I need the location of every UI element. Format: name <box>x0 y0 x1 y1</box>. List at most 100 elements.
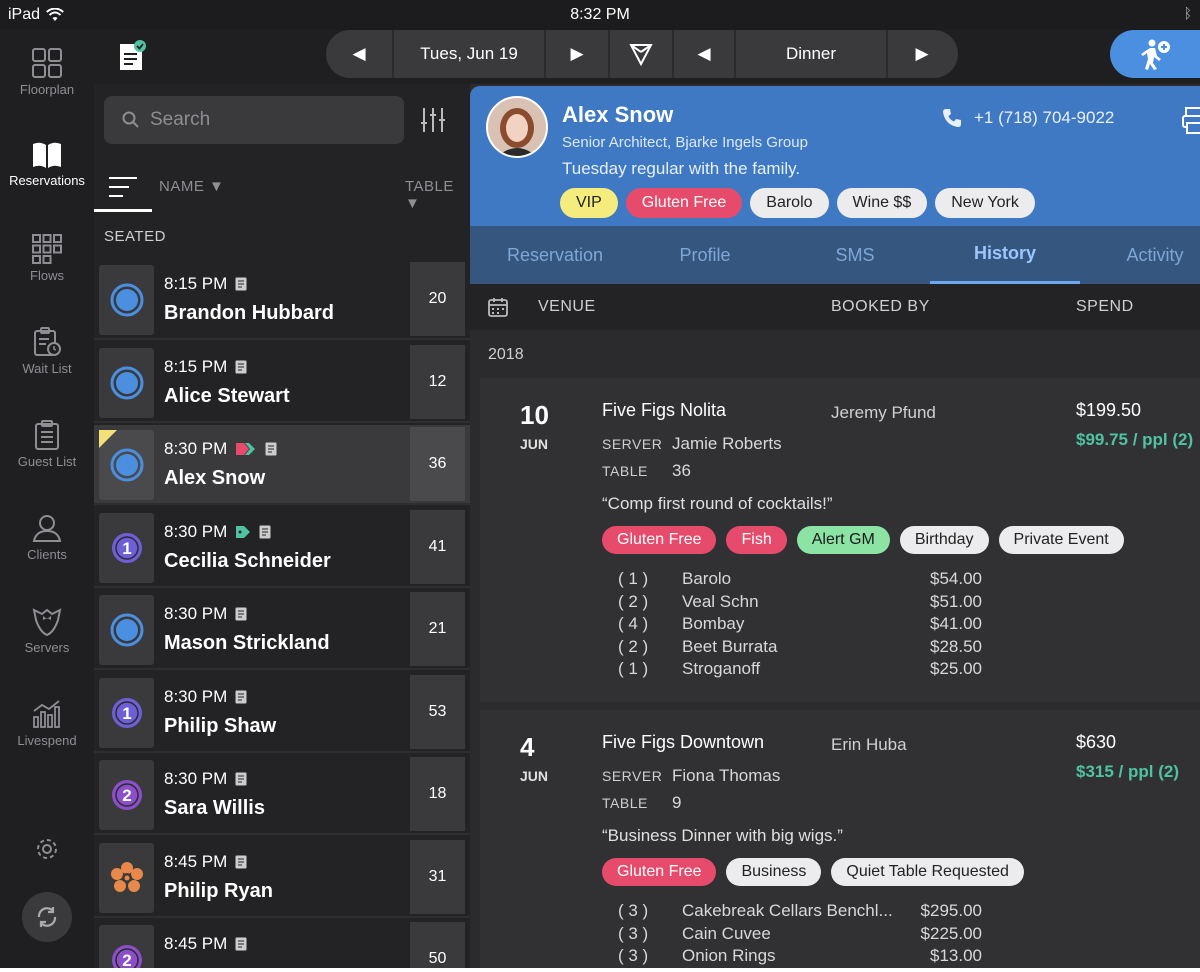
visit-tag-chip: Gluten Free <box>602 526 717 554</box>
guest-tag-chip: Gluten Free <box>625 188 743 218</box>
rail-item-livespend[interactable]: Livespend <box>0 699 94 748</box>
reservation-time: 8:30 PM <box>164 769 247 789</box>
status-indicator[interactable]: 1 <box>99 677 154 748</box>
sort-by-table[interactable]: TABLE ▼ <box>405 178 470 212</box>
visit-note: “Comp first round of cocktails!” <box>602 494 833 513</box>
status-indicator[interactable] <box>99 347 154 418</box>
tab-history[interactable]: History <box>930 226 1080 284</box>
tab-sms[interactable]: SMS <box>780 226 930 284</box>
phone-icon <box>943 109 961 127</box>
top-toolbar: ◀ Tues, Jun 19 ▶ ◀ Dinner ▶ <box>94 30 1200 84</box>
tab-reservation[interactable]: Reservation <box>480 226 630 284</box>
settings-button[interactable] <box>0 836 94 866</box>
reservation-row[interactable]: 8:30 PM Alex Snow 36 <box>94 425 470 505</box>
caret-right-icon: ▶ <box>915 44 929 63</box>
guest-tag-chip: New York <box>935 188 1035 218</box>
rail-item-clients[interactable]: Clients <box>0 513 94 562</box>
guest-name: Philip Ryan <box>164 879 273 902</box>
filter-button[interactable] <box>420 106 446 139</box>
note-icon <box>235 855 247 868</box>
reservation-row[interactable]: 1 8:30 PM Cecilia Schneider 41 <box>94 507 470 588</box>
app-screen: iPad 8:32 PM ᛒ Floorplan Reservations Fl… <box>0 0 1200 968</box>
tab-profile[interactable]: Profile <box>630 226 780 284</box>
note-icon <box>235 360 247 373</box>
shift-label[interactable]: Dinner <box>736 30 888 78</box>
guest-profile-header: Alex Snow Senior Architect, Bjarke Ingel… <box>470 86 1200 226</box>
status-indicator[interactable] <box>99 595 154 665</box>
table-number[interactable]: 12 <box>410 344 465 419</box>
list-view-toggle[interactable] <box>94 164 152 212</box>
search-input[interactable]: Search <box>104 96 404 144</box>
table-number[interactable]: 36 <box>410 427 465 501</box>
reservation-row[interactable]: 8:15 PM Alice Stewart 12 <box>94 342 470 423</box>
svg-text:2: 2 <box>122 951 131 968</box>
note-icon <box>235 607 247 621</box>
table-number[interactable]: 21 <box>410 592 465 666</box>
next-date-button[interactable]: ▶ <box>546 30 610 78</box>
reservation-row[interactable]: 8:15 PM Brandon Hubbard 20 <box>94 260 470 340</box>
item-name: Stroganoff <box>682 659 761 679</box>
guest-detail-panel: Alex Snow Senior Architect, Bjarke Ingel… <box>470 86 1200 968</box>
add-walkin-button[interactable] <box>1110 30 1200 78</box>
item-qty: ( 3 ) <box>618 946 649 966</box>
reservation-row[interactable]: 2 8:45 PM 50 <box>94 920 470 968</box>
daily-notes-button[interactable] <box>118 40 148 77</box>
rail-item-guestlist[interactable]: Guest List <box>0 420 94 469</box>
rail-item-floorplan[interactable]: Floorplan <box>0 48 94 97</box>
table-number[interactable]: 50 <box>410 922 465 968</box>
status-indicator[interactable] <box>99 842 154 913</box>
item-price: $28.50 <box>930 636 982 656</box>
print-button[interactable] <box>1182 106 1200 141</box>
phone-link[interactable]: +1 (718) 704-9022 <box>942 108 1114 128</box>
reservation-time: 8:30 PM <box>164 439 277 459</box>
rail-label: Livespend <box>17 733 77 748</box>
rail-item-flows[interactable]: Flows <box>0 234 94 283</box>
prev-shift-button[interactable]: ◀ <box>674 30 736 78</box>
prev-date-button[interactable]: ◀ <box>326 30 394 78</box>
reservation-row[interactable]: 8:45 PM Philip Ryan 31 <box>94 837 470 918</box>
reservation-time: 8:30 PM <box>164 522 271 542</box>
col-venue: VENUE <box>538 298 596 315</box>
rail-label: Reservations <box>9 173 85 188</box>
reservation-row[interactable]: 1 8:30 PM Philip Shaw 53 <box>94 672 470 753</box>
item-price: $51.00 <box>930 591 982 611</box>
sort-by-name[interactable]: NAME ▼ <box>159 178 224 195</box>
svg-text:2: 2 <box>122 786 131 805</box>
status-indicator[interactable]: 2 <box>99 925 154 968</box>
item-qty: ( 3 ) <box>618 901 649 920</box>
guest-tag-chip: Barolo <box>750 188 829 218</box>
visit-card[interactable]: 4 JUN Five Figs Downtown Erin Huba $630 $315 … <box>480 710 1200 968</box>
table-value: 36 <box>672 461 691 480</box>
menu-icon <box>109 176 137 197</box>
visit-card[interactable]: 10 JUN Five Figs Nolita Jeremy Pfund $199.50… <box>480 378 1200 702</box>
reservation-row[interactable]: 2 8:30 PM Sara Willis 18 <box>94 755 470 835</box>
rail-item-servers[interactable]: Servers <box>0 606 94 655</box>
rail-item-reservations[interactable]: Reservations <box>0 141 94 188</box>
table-number[interactable]: 31 <box>410 839 465 914</box>
table-number[interactable]: 20 <box>410 262 465 336</box>
dessert-status-icon <box>110 861 143 892</box>
guest-tags: VIP Gluten Free Barolo Wine $$ New York <box>560 188 1035 218</box>
date-label[interactable]: Tues, Jun 19 <box>394 30 546 78</box>
status-indicator[interactable] <box>99 265 154 335</box>
guest-note: Tuesday regular with the family. <box>562 159 801 178</box>
table-number[interactable]: 53 <box>410 674 465 749</box>
rail-item-waitlist[interactable]: Wait List <box>0 327 94 376</box>
visit-per-person: $315 / ppl (2) <box>1076 762 1179 781</box>
visit-tags: Gluten Free Fish Alert GM Birthday Private E… <box>602 526 1124 554</box>
gear-icon <box>37 839 57 859</box>
table-number[interactable]: 18 <box>410 757 465 831</box>
time-text: 8:45 PM <box>164 934 228 953</box>
item-name: Onion Rings <box>682 946 776 966</box>
sync-button[interactable] <box>22 892 72 942</box>
tab-activity[interactable]: Activity <box>1080 226 1200 284</box>
venue-switch-button[interactable] <box>610 30 674 78</box>
item-name: Bombay <box>682 614 745 634</box>
next-shift-button[interactable]: ▶ <box>888 30 956 78</box>
table-number[interactable]: 41 <box>410 509 465 584</box>
status-indicator[interactable]: 2 <box>99 760 154 830</box>
status-indicator[interactable]: 1 <box>99 512 154 583</box>
venue-logo-icon <box>629 44 653 66</box>
visit-tag-chip: Gluten Free <box>602 858 717 886</box>
reservation-row[interactable]: 8:30 PM Mason Strickland 21 <box>94 590 470 670</box>
